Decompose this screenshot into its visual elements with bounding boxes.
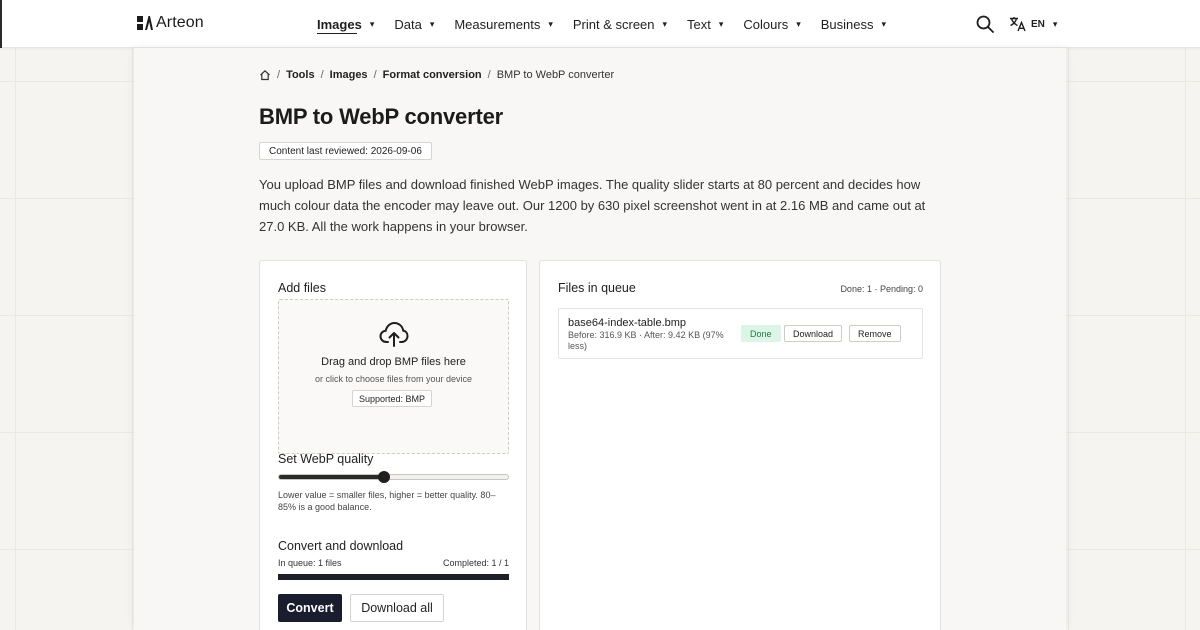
list-item: base64-index-table.bmp Before: 316.9 KB … <box>558 308 923 359</box>
chevron-down-icon: ▾ <box>548 18 553 29</box>
quality-slider[interactable] <box>278 471 509 483</box>
chevron-down-icon: ▾ <box>429 18 435 29</box>
breadcrumb-images[interactable]: Images <box>330 69 368 81</box>
queue-panel: Files in queue Done: 1 · Pending: 0 base… <box>539 260 941 630</box>
page-title: BMP to WebP converter <box>259 104 503 129</box>
brand-name: Arteon <box>156 14 204 31</box>
quality-hint: Lower value = smaller files, higher = be… <box>278 490 496 512</box>
dropzone-subtext: or click to choose files from your devic… <box>314 374 473 384</box>
nav-item-business[interactable]: Business ▾ <box>821 0 886 48</box>
dropzone-instruction: Drag and drop BMP files here <box>321 356 466 368</box>
nav-label: Text <box>687 16 711 32</box>
status-badge: Done <box>741 325 781 342</box>
breadcrumb-format-conversion[interactable]: Format conversion <box>383 69 482 81</box>
file-dropzone[interactable]: Drag and drop BMP files here or click to… <box>278 299 509 454</box>
nav-label: Measurements <box>454 16 541 32</box>
nav-label: Print & screen <box>572 16 655 32</box>
nav-item-images[interactable]: Images ▾ <box>317 0 374 48</box>
arteon-logo-icon <box>137 16 153 30</box>
search-icon[interactable] <box>975 14 995 34</box>
nav-item-measurements[interactable]: Measurements ▾ <box>454 0 553 48</box>
intro-text: You upload BMP files and download finish… <box>259 177 926 234</box>
add-files-heading: Add files <box>278 281 326 295</box>
file-download-button[interactable]: Download <box>784 325 843 342</box>
nav-item-print-screen[interactable]: Print & screen ▾ <box>573 0 667 48</box>
queue-heading: Files in queue <box>558 281 636 295</box>
breadcrumb-separator: / <box>277 69 281 81</box>
completed-count: Completed: 1 / 1 <box>442 558 509 568</box>
nav-item-text[interactable]: Text ▾ <box>687 0 723 48</box>
convert-heading: Convert and download <box>278 539 404 553</box>
top-navigation-bar: Arteon Images ▾ Data ▾ Measurements ▾ Pr… <box>0 0 1200 48</box>
chevron-down-icon: ▾ <box>662 18 668 29</box>
converter-panel: Add files Drag and drop BMP files here o… <box>259 260 527 630</box>
queue-counts: Done: 1 · Pending: 0 <box>840 284 923 294</box>
nav-label: Images <box>317 16 362 32</box>
review-date: 2026-09-06 <box>370 145 422 157</box>
file-remove-button[interactable]: Remove <box>849 325 901 342</box>
translate-icon <box>1010 17 1026 32</box>
brand-logo[interactable]: Arteon <box>137 14 204 32</box>
review-date-badge: Content last reviewed: 2026-09-06 <box>259 142 432 160</box>
convert-button[interactable]: Convert <box>278 594 342 622</box>
breadcrumb-separator: / <box>373 69 377 81</box>
chevron-down-icon: ▾ <box>796 18 801 29</box>
chevron-down-icon: ▾ <box>1052 18 1058 29</box>
breadcrumb-separator: / <box>320 69 324 81</box>
language-code: EN <box>1031 18 1045 30</box>
conversion-progress-bar <box>278 574 509 580</box>
chevron-down-icon: ▾ <box>881 18 887 29</box>
file-name: base64-index-table.bmp <box>568 317 687 329</box>
chevron-down-icon: ▾ <box>718 18 724 29</box>
nav-item-data[interactable]: Data ▾ <box>394 0 434 48</box>
conversion-progress-fill <box>278 574 509 580</box>
breadcrumb-current: BMP to WebP converter <box>496 69 615 81</box>
cloud-upload-icon <box>379 321 409 347</box>
breadcrumb-separator: / <box>487 69 491 81</box>
in-queue-count: In queue: 1 files <box>278 558 342 568</box>
nav-label: Data <box>394 16 422 32</box>
queue-status: In queue: 1 files Completed: 1 / 1 <box>278 558 509 568</box>
nav-label: Colours <box>743 16 789 32</box>
nav-item-colours[interactable]: Colours ▾ <box>743 0 800 48</box>
quality-slider-thumb[interactable] <box>378 471 391 483</box>
page-content: / Tools / Images / Format conversion / B… <box>134 48 1066 630</box>
language-selector[interactable]: EN ▾ <box>1009 15 1057 33</box>
chevron-down-icon: ▾ <box>369 18 375 29</box>
download-all-button[interactable]: Download all <box>350 594 444 622</box>
home-icon[interactable] <box>259 69 271 81</box>
main-nav: Images ▾ Data ▾ Measurements ▾ Print & s… <box>317 0 906 48</box>
file-size-info: Before: 316.9 KB · After: 9.42 KB (97% l… <box>568 330 724 351</box>
quality-slider-fill <box>279 475 385 479</box>
quality-heading: Set WebP quality <box>278 452 374 466</box>
breadcrumb: / Tools / Images / Format conversion / B… <box>259 69 614 81</box>
window-edge <box>0 0 2 48</box>
supported-formats-badge: Supported: BMP <box>352 390 433 407</box>
nav-label: Business <box>820 16 874 32</box>
breadcrumb-tools[interactable]: Tools <box>286 69 315 81</box>
review-label: Content last reviewed: <box>269 145 368 157</box>
